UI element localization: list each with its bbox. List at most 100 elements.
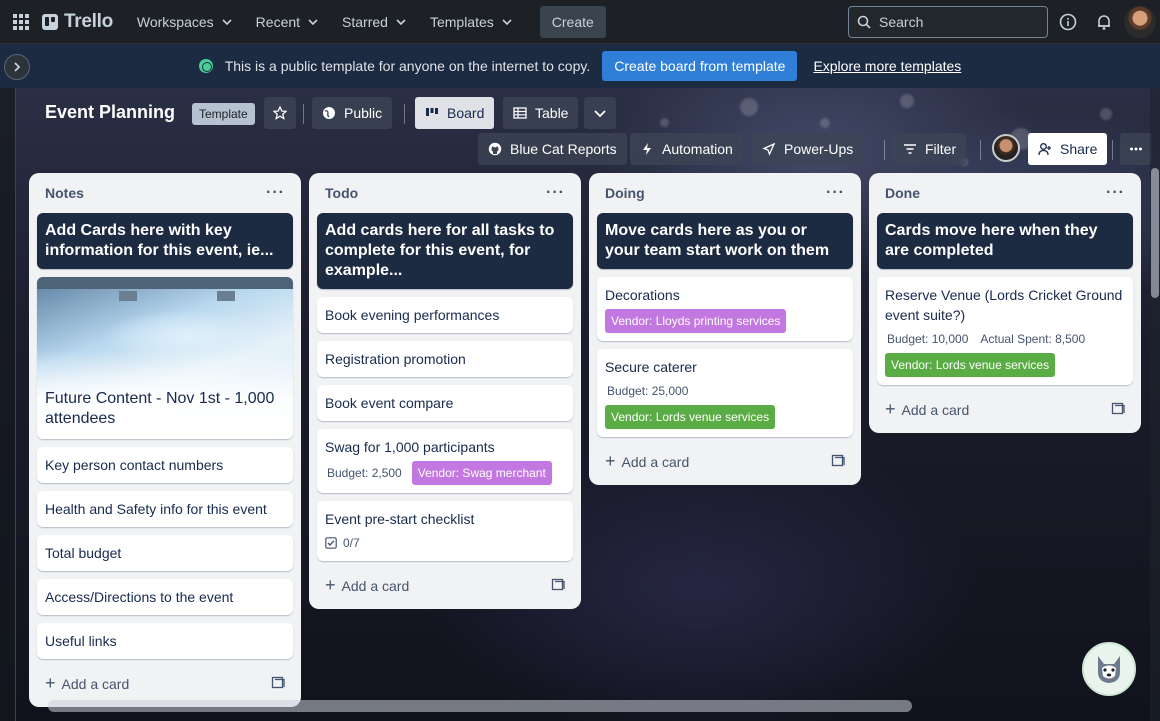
explore-templates-link[interactable]: Explore more templates (813, 58, 961, 74)
list-title[interactable]: Done (885, 185, 920, 201)
nav-recent[interactable]: Recent (246, 6, 328, 38)
view-table-label: Table (535, 105, 569, 121)
card-meta: Budget: 2,500 Vendor: Swag merchant (325, 461, 565, 485)
filter-button[interactable]: Filter (893, 133, 967, 165)
list-header-card[interactable]: Add cards here for all tasks to complete… (317, 213, 573, 289)
expand-sidebar-button[interactable] (4, 54, 30, 80)
list-header-card[interactable]: Cards move here when they are completed (877, 213, 1133, 269)
star-button[interactable] (264, 97, 296, 129)
header-divider (980, 140, 981, 160)
more-icon[interactable]: ··· (1106, 184, 1125, 202)
list-todo[interactable]: Todo ··· Add cards here for all tasks to… (309, 173, 581, 609)
list-doing[interactable]: Doing ··· Move cards here as you or your… (589, 173, 861, 485)
nav-workspaces[interactable]: Workspaces (127, 6, 242, 38)
view-table-tab[interactable]: Table (503, 97, 579, 129)
view-board-tab[interactable]: Board (415, 97, 495, 129)
scrollbar-thumb[interactable] (1151, 168, 1159, 298)
more-icon[interactable]: ··· (266, 184, 285, 202)
nav-label: Templates (429, 13, 494, 30)
list-item[interactable]: Key person contact numbers (37, 447, 293, 483)
bell-icon[interactable] (1093, 11, 1115, 33)
add-card-label: Add a card (341, 577, 410, 594)
list-header-card[interactable]: Move cards here as you or your team star… (597, 213, 853, 269)
board-menu-button[interactable] (1120, 133, 1152, 165)
list-header: Doing ··· (597, 181, 853, 205)
template-icon[interactable] (551, 577, 565, 594)
list-notes[interactable]: Notes ··· Add Cards here with key inform… (29, 173, 301, 707)
plus-icon: + (45, 672, 56, 693)
add-card-label: Add a card (621, 453, 690, 470)
member-avatar[interactable] (992, 134, 1020, 162)
horizontal-scrollbar[interactable] (48, 700, 912, 712)
list-item[interactable]: Access/Directions to the event (37, 579, 293, 615)
list-header: Done ··· (877, 181, 1133, 205)
more-icon[interactable]: ··· (826, 184, 845, 202)
share-button[interactable]: Share (1028, 133, 1108, 165)
info-icon[interactable] (1057, 11, 1079, 33)
user-avatar[interactable] (1124, 6, 1156, 38)
template-icon[interactable] (1111, 401, 1125, 418)
list-header: Todo ··· (317, 181, 573, 205)
template-banner: This is a public template for anyone on … (0, 44, 1160, 88)
globe-icon (198, 59, 213, 73)
list-title[interactable]: Todo (325, 185, 358, 201)
more-icon[interactable]: ··· (546, 184, 565, 202)
header-divider (404, 104, 405, 124)
visibility-button[interactable]: Public (312, 97, 393, 129)
list-item[interactable]: Book event compare (317, 385, 573, 421)
star-icon (273, 106, 287, 120)
trello-logo[interactable]: Trello (42, 11, 113, 33)
image-card[interactable]: Future Content - Nov 1st - 1,000 attende… (37, 277, 293, 439)
header-divider (884, 140, 885, 160)
add-card-button[interactable]: + Add a card (877, 393, 1133, 425)
views-dropdown-button[interactable] (584, 97, 616, 129)
list-item[interactable]: Registration promotion (317, 341, 573, 377)
template-icon[interactable] (831, 453, 845, 470)
filter-label: Filter (925, 141, 957, 157)
chevron-right-icon (14, 62, 21, 72)
add-card-button[interactable]: + Add a card (37, 667, 293, 699)
add-card-button[interactable]: + Add a card (317, 569, 573, 601)
vendor-label: Vendor: Swag merchant (411, 461, 552, 485)
list-done[interactable]: Done ··· Cards move here when they are c… (869, 173, 1141, 433)
nav-templates[interactable]: Templates (420, 6, 522, 38)
list-item[interactable]: Reserve Venue (Lords Cricket Ground even… (877, 277, 1133, 385)
list-item[interactable]: Swag for 1,000 participants Budget: 2,50… (317, 429, 573, 493)
budget-field: Budget: 10,000 (887, 332, 969, 346)
create-button[interactable]: Create (539, 5, 606, 38)
power-ups-button[interactable]: Power-Ups (752, 133, 864, 165)
share-user-icon (1038, 143, 1051, 156)
checklist-icon (325, 537, 337, 549)
husky-icon[interactable] (1082, 642, 1136, 696)
board-title[interactable]: Event Planning (45, 102, 175, 123)
vertical-scrollbar[interactable] (1150, 88, 1160, 721)
automation-label: Automation (662, 141, 733, 157)
filter-icon (904, 144, 916, 154)
list-header: Notes ··· (37, 181, 293, 205)
list-item[interactable]: Book evening performances (317, 297, 573, 333)
vendor-label: Vendor: Lords venue services (605, 405, 776, 429)
rocket-icon (762, 142, 776, 156)
chevron-down-icon (594, 110, 606, 118)
list-title[interactable]: Doing (605, 185, 645, 201)
list-item[interactable]: Event pre-start checklist 0/7 (317, 501, 573, 561)
add-card-button[interactable]: + Add a card (597, 445, 853, 477)
apps-icon[interactable] (8, 9, 34, 35)
card-title: Event pre-start checklist (325, 511, 475, 527)
search-input[interactable]: Search (848, 6, 1048, 38)
create-board-from-template-button[interactable]: Create board from template (602, 51, 798, 81)
header-divider (303, 104, 304, 124)
list-item[interactable]: Secure caterer Budget: 25,000 Vendor: Lo… (597, 349, 853, 437)
list-item[interactable]: Useful links (37, 623, 293, 659)
template-icon[interactable] (271, 675, 285, 692)
powerup-blue-cat-reports[interactable]: Blue Cat Reports (478, 133, 627, 165)
list-header-card[interactable]: Add Cards here with key information for … (37, 213, 293, 269)
list-item[interactable]: Decorations Vendor: Lloyds printing serv… (597, 277, 853, 341)
list-item[interactable]: Total budget (37, 535, 293, 571)
budget-field: Budget: 2,500 (327, 466, 402, 480)
list-item[interactable]: Health and Safety info for this event (37, 491, 293, 527)
nav-starred[interactable]: Starred (332, 6, 416, 38)
automation-button[interactable]: Automation (630, 133, 743, 165)
list-title[interactable]: Notes (45, 185, 84, 201)
card-meta: Vendor: Lords venue services (605, 405, 845, 429)
